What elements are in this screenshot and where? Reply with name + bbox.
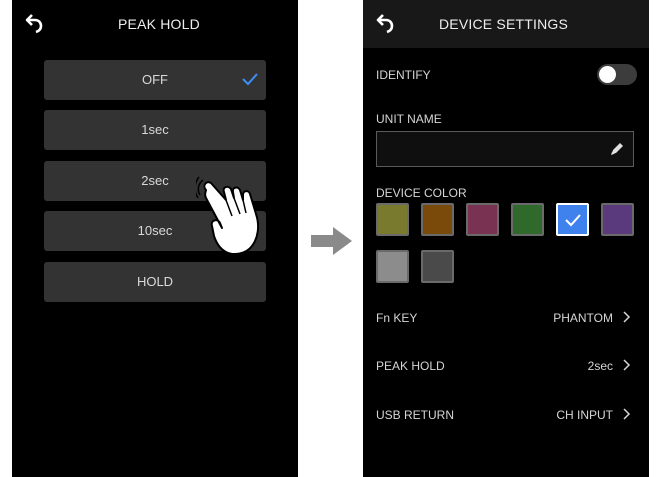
pencil-icon[interactable] [609, 141, 625, 157]
option-off[interactable]: OFF [44, 60, 266, 100]
unit-name-field[interactable] [376, 131, 634, 167]
option-label: OFF [142, 72, 168, 87]
device-color-label: DEVICE COLOR [376, 186, 467, 200]
unit-name-label: UNIT NAME [376, 112, 442, 126]
color-swatch[interactable] [376, 203, 409, 236]
identify-label: IDENTIFY [376, 68, 431, 82]
peak-hold-screen: PEAK HOLD OFF 1sec 2sec 10sec HOLD [12, 0, 298, 477]
color-swatch[interactable] [376, 250, 409, 283]
tap-hand-icon [196, 176, 260, 255]
option-label: HOLD [136, 274, 174, 289]
option-hold[interactable]: HOLD [44, 262, 266, 302]
fn-key-row[interactable] [363, 300, 649, 334]
device-settings-screen: DEVICE SETTINGS IDENTIFY UNIT NAME DEVIC… [363, 0, 649, 477]
toggle-knob [599, 66, 616, 83]
color-swatch[interactable] [466, 203, 499, 236]
option-label: 1sec [141, 122, 169, 137]
color-swatch[interactable] [511, 203, 544, 236]
check-icon [565, 214, 581, 227]
arrow-right-icon [311, 227, 352, 255]
color-swatch[interactable] [421, 203, 454, 236]
header: PEAK HOLD [12, 0, 298, 52]
usb-return-row[interactable] [363, 397, 649, 431]
header: DEVICE SETTINGS [363, 0, 649, 48]
back-arrow-icon[interactable] [375, 12, 397, 34]
option-1sec[interactable]: 1sec [44, 110, 266, 150]
color-swatch[interactable] [421, 250, 454, 283]
color-swatch[interactable] [601, 203, 634, 236]
page-title: PEAK HOLD [118, 16, 200, 32]
page-title: DEVICE SETTINGS [439, 16, 569, 32]
peak-hold-row[interactable] [363, 348, 649, 382]
color-swatch[interactable] [556, 203, 589, 236]
check-icon [242, 73, 258, 86]
back-arrow-icon[interactable] [24, 12, 46, 34]
identify-toggle[interactable] [597, 64, 637, 85]
